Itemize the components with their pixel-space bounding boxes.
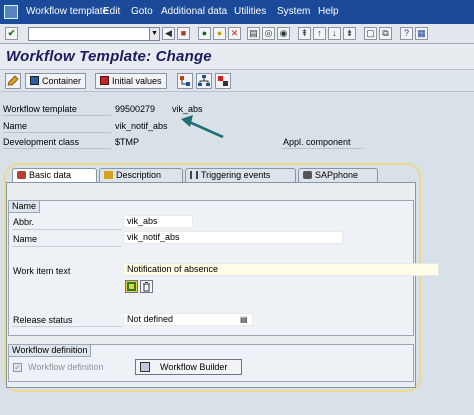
development-class-underline (3, 148, 111, 149)
first-page-icon[interactable]: ⇞ (298, 27, 311, 40)
container-button[interactable]: Container (25, 73, 87, 89)
new-session-icon[interactable]: ▢ (364, 27, 377, 40)
initial-values-button[interactable]: Initial values (95, 73, 167, 89)
workflow-builder-button[interactable]: Workflow Builder (135, 359, 242, 375)
name-field[interactable]: vik_notif_abs (123, 231, 343, 244)
tab-basic-data[interactable]: Basic data (12, 168, 97, 182)
next-page-icon[interactable]: ↓ (328, 27, 341, 40)
name-underline (12, 246, 122, 247)
command-dropdown-icon[interactable]: ▼ (150, 27, 160, 41)
development-class-label: Development class (3, 137, 80, 147)
name-group-title: Name (9, 201, 41, 213)
annotation-arrow-icon (181, 115, 224, 139)
help-icon[interactable]: ? (400, 27, 413, 40)
insert-variable-icon[interactable] (125, 280, 138, 293)
menu-workflow-template[interactable]: Workflow template (26, 6, 108, 17)
workflow-template-id: 99500279 (115, 104, 156, 114)
tab-description[interactable]: Description (99, 168, 183, 182)
release-status-underline (12, 326, 122, 327)
appl-component-label: Appl. component (283, 137, 351, 147)
name-label: Name (13, 234, 38, 244)
menu-bar: Workflow template Edit Goto Additional d… (0, 0, 474, 24)
description-tab-icon (104, 171, 113, 179)
save-icon[interactable]: ■ (177, 27, 190, 40)
back-history-icon[interactable]: ◀ (162, 27, 175, 40)
initial-values-icon (100, 76, 109, 85)
workflow-graphic-icon[interactable] (177, 73, 193, 89)
release-status-label: Release status (13, 315, 73, 325)
window-menu-icon[interactable] (4, 5, 18, 19)
workflow-template-underline (3, 115, 111, 116)
standard-toolbar: ✔ ▼ ◀ ■ ● ● ✕ ▤ ◎ ◉ ⇞ ↑ ↓ ⇟ ▢ ⧉ ? ▦ (0, 24, 474, 44)
workflow-structure-icon[interactable] (196, 73, 212, 89)
menu-additional-data[interactable]: Additional data (161, 6, 227, 17)
abbr-label: Abbr. (13, 217, 35, 227)
exit-icon[interactable]: ● (213, 27, 226, 40)
binding-icon[interactable] (215, 73, 231, 89)
release-status-dropdown[interactable]: Not defined (123, 313, 253, 326)
basic-data-tab-icon (17, 171, 26, 179)
menu-edit[interactable]: Edit (103, 6, 120, 17)
menu-goto[interactable]: Goto (131, 6, 153, 17)
back-icon[interactable]: ● (198, 27, 211, 40)
workflow-definition-group-title: Workflow definition (9, 345, 92, 357)
triggering-events-tab-icon (190, 171, 198, 179)
sapphone-tab-icon (303, 171, 312, 179)
tab-sapphone[interactable]: SAPphone (298, 168, 378, 182)
abbr-field[interactable]: vik_abs (123, 215, 193, 228)
shortcut-icon[interactable]: ⧉ (379, 27, 392, 40)
workflow-definition-checkbox[interactable]: ✓ (13, 363, 22, 372)
abbr-underline (12, 229, 122, 230)
header-name-value: vik_notif_abs (115, 121, 168, 131)
workflow-builder-icon (140, 362, 150, 372)
enter-icon[interactable]: ✔ (5, 27, 18, 40)
find-next-icon[interactable]: ◉ (277, 27, 290, 40)
work-item-text-label: Work item text (13, 266, 71, 276)
find-icon[interactable]: ◎ (262, 27, 275, 40)
container-icon (30, 76, 39, 85)
previous-page-icon[interactable]: ↑ (313, 27, 326, 40)
workflow-definition-checkbox-label: Workflow definition (28, 362, 104, 372)
tab-triggering-events[interactable]: Triggering events (185, 168, 296, 182)
release-status-dropdown-icon[interactable]: ▤ (240, 315, 248, 324)
header-name-underline (3, 132, 111, 133)
menu-system[interactable]: System (277, 6, 310, 17)
layout-menu-icon[interactable]: ▦ (415, 27, 428, 40)
work-item-text-field[interactable]: Notification of absence (123, 263, 439, 276)
header-name-label: Name (3, 121, 28, 131)
last-page-icon[interactable]: ⇟ (343, 27, 356, 40)
edit-pencil-icon[interactable] (5, 73, 21, 89)
screen-title: Workflow Template: Change (6, 48, 212, 65)
workflow-template-label: Workflow template (3, 104, 77, 114)
appl-component-underline (283, 148, 363, 149)
menu-utilities[interactable]: Utilities (234, 6, 266, 17)
development-class-value: $TMP (115, 137, 140, 147)
menu-help[interactable]: Help (318, 6, 339, 17)
cancel-icon[interactable]: ✕ (228, 27, 241, 40)
print-icon[interactable]: ▤ (247, 27, 260, 40)
screen-title-bar: Workflow Template: Change (0, 44, 474, 70)
application-toolbar: Container Initial values (0, 70, 474, 92)
command-field[interactable] (28, 27, 150, 41)
delete-trash-icon[interactable] (140, 280, 153, 293)
